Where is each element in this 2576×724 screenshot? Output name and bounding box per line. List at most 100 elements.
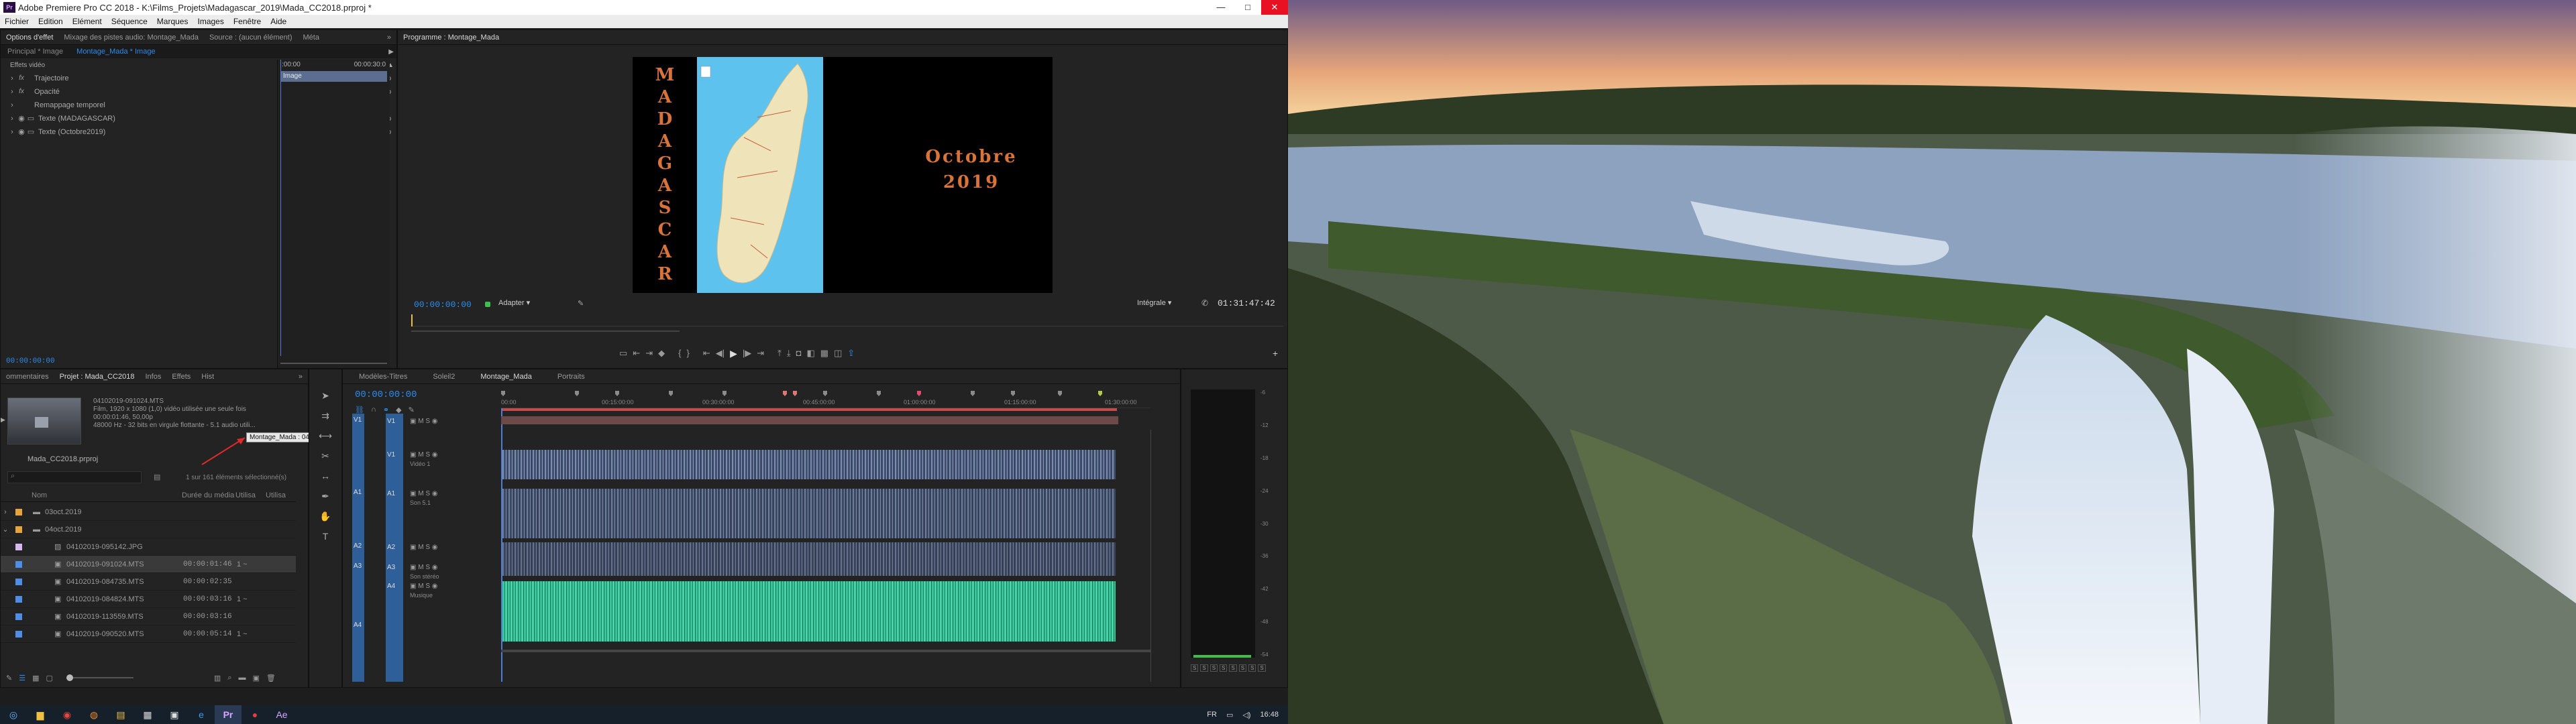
trash-icon[interactable]: 🗑 [266, 674, 276, 682]
label-color-swatch[interactable] [15, 578, 22, 585]
solo-button[interactable]: S [1220, 664, 1228, 672]
track-controls-icon[interactable]: ▣ M S ◉ [410, 418, 438, 425]
new-bin-icon[interactable]: ▬ [238, 674, 246, 682]
ie-icon[interactable]: e [188, 705, 215, 724]
sequence-clip-label[interactable]: Montage_Mada * Image [63, 48, 155, 56]
lift-icon[interactable]: ⤒ [777, 348, 782, 359]
timeline-marker[interactable] [823, 391, 827, 396]
program-scrub-bar[interactable] [411, 314, 1283, 326]
track-header[interactable]: V1 ▣ M S ◉ [343, 416, 498, 434]
principal-label[interactable]: Principal * Image [1, 48, 63, 56]
calc-icon[interactable]: ▦ [134, 705, 161, 724]
timeline-marker[interactable] [1058, 391, 1062, 396]
project-item-row[interactable]: › ▬ 03oct.2019 [1, 503, 296, 521]
solo-button[interactable]: S [1191, 664, 1199, 672]
pen-tool-icon[interactable]: ✒ [318, 489, 333, 503]
mini-clip[interactable]: Image [280, 71, 387, 82]
marker-icon[interactable]: ◆ [658, 348, 665, 359]
source-patch-label[interactable]: A4 [354, 621, 362, 629]
expand-chevron-icon[interactable]: › [1, 508, 10, 516]
extract-icon[interactable]: ⤓ [787, 348, 791, 359]
timeline-ruler[interactable]: 00:00 00:15:00:00 00:30:00:00 00:45:00:00 01… [501, 388, 1150, 408]
timeline-marker[interactable] [669, 391, 673, 396]
track-id[interactable]: A2 [387, 544, 395, 551]
timeline-marker[interactable] [783, 391, 787, 396]
expand-chevron-icon[interactable]: › [7, 87, 17, 97]
timeline-marker[interactable] [501, 391, 505, 396]
folder-bin-icon[interactable]: ▤ [154, 473, 160, 481]
vr-icon[interactable]: ◫ [834, 348, 842, 359]
timeline-marker[interactable] [971, 391, 975, 396]
selection-tool-icon[interactable]: ➤ [318, 388, 333, 403]
tab-effects[interactable]: Effets [166, 373, 196, 381]
new-item-icon[interactable]: ▣ [252, 674, 259, 682]
mini-playhead[interactable] [280, 60, 281, 356]
menu-images[interactable]: Images [193, 17, 228, 26]
mark-out-icon[interactable]: } [686, 348, 689, 359]
multicam-icon[interactable]: ▦ [820, 348, 828, 359]
track-id[interactable]: A3 [387, 564, 395, 571]
panel-expand-icon[interactable]: » [382, 34, 396, 42]
chrome-icon[interactable]: ◉ [54, 705, 80, 724]
tab-soleil2[interactable]: Soleil2 [413, 373, 460, 381]
track-controls-icon[interactable]: ▣ M S ◉ [410, 490, 438, 497]
project-item-row[interactable]: ▣ 04102019-091024.MTS 00:00:01:46 1 ~ [1, 556, 296, 573]
adobe-app-icon[interactable]: Ae [268, 705, 295, 724]
track-id[interactable]: V1 [387, 418, 395, 425]
tab-montage-mada[interactable]: Montage_Mada [460, 373, 537, 381]
tab-meta[interactable]: Méta [297, 34, 324, 42]
project-item-row[interactable]: ▣ 04102019-090520.MTS 00:00:05:14 1 ~ [1, 625, 296, 643]
label-color-swatch[interactable] [15, 543, 22, 550]
track-header[interactable]: A4 ▣ M S ◉ Musique [343, 581, 498, 599]
go-to-out-icon[interactable]: ⇥ [757, 348, 764, 359]
timeline-marker[interactable] [1011, 391, 1015, 396]
label-color-swatch[interactable] [15, 508, 22, 516]
start-icon[interactable]: ◎ [0, 705, 27, 724]
tab-comments[interactable]: ommentaires [1, 373, 54, 381]
timeline-marker[interactable] [722, 391, 727, 396]
menu-fenetre[interactable]: Fenêtre [229, 17, 266, 26]
hand-tool-icon[interactable]: ✋ [318, 509, 333, 524]
ripple-edit-tool-icon[interactable]: ⟷ [318, 428, 333, 443]
tab-modeles-titres[interactable]: Modèles-Titres [343, 373, 413, 381]
label-color-swatch[interactable] [15, 613, 22, 620]
explorer-icon[interactable]: ▤ [107, 705, 134, 724]
expand-chevron-icon[interactable]: › [7, 114, 17, 123]
menu-edition[interactable]: Edition [34, 17, 68, 26]
clock[interactable]: 16:48 [1260, 711, 1279, 719]
mark-in-icon[interactable]: { [678, 348, 681, 359]
program-timecode[interactable]: 00:00:00:00 [414, 300, 472, 310]
menu-aide[interactable]: Aide [266, 17, 291, 26]
tab-effect-options[interactable]: Options d'effet [1, 34, 58, 42]
icon-view-icon[interactable]: ▦ [32, 674, 39, 682]
timeline-marker[interactable] [615, 391, 619, 396]
timeline-marker[interactable] [1098, 391, 1102, 396]
export-frame-icon[interactable]: ⇪ [847, 348, 855, 359]
track-select-tool-icon[interactable]: ⇉ [318, 408, 333, 423]
firefox-icon[interactable]: ◍ [80, 705, 107, 724]
menu-fichier[interactable]: Fichier [0, 17, 34, 26]
tab-history[interactable]: Hist [196, 373, 219, 381]
step-forward-icon[interactable]: |▶ [743, 348, 751, 359]
track-controls-icon[interactable]: ▣ M S ◉ [410, 451, 438, 459]
play-thumb-icon[interactable]: ▶ [1, 416, 7, 424]
track-header[interactable]: A2 ▣ M S ◉ [343, 542, 498, 560]
tab-portraits[interactable]: Portraits [537, 373, 590, 381]
razor-tool-icon[interactable]: ✂ [318, 448, 333, 463]
add-button-icon[interactable]: + [1273, 348, 1278, 359]
wrench-icon[interactable]: ✆ [1201, 298, 1208, 308]
label-color-swatch[interactable] [15, 630, 22, 638]
fit-dropdown[interactable]: Adapter ▾ [498, 298, 530, 307]
solo-button[interactable]: S [1258, 664, 1266, 672]
insert-icon[interactable]: ⇤ [633, 348, 640, 359]
timeline-marker[interactable] [793, 391, 797, 396]
project-item-row[interactable]: ▣ 04102019-084735.MTS 00:00:02:35 [1, 573, 296, 591]
media-icon[interactable]: ● [241, 705, 268, 724]
expand-chevron-icon[interactable]: › [7, 101, 17, 110]
freeform-icon[interactable]: ▢ [46, 674, 53, 682]
solo-button[interactable]: S [1238, 664, 1247, 672]
list-view-icon[interactable]: ☰ [19, 674, 25, 682]
timeline-timecode[interactable]: 00:00:00:00 [355, 389, 417, 400]
eye-icon[interactable]: ◉ [17, 114, 26, 123]
camera-icon[interactable]: ◘ [796, 348, 802, 359]
